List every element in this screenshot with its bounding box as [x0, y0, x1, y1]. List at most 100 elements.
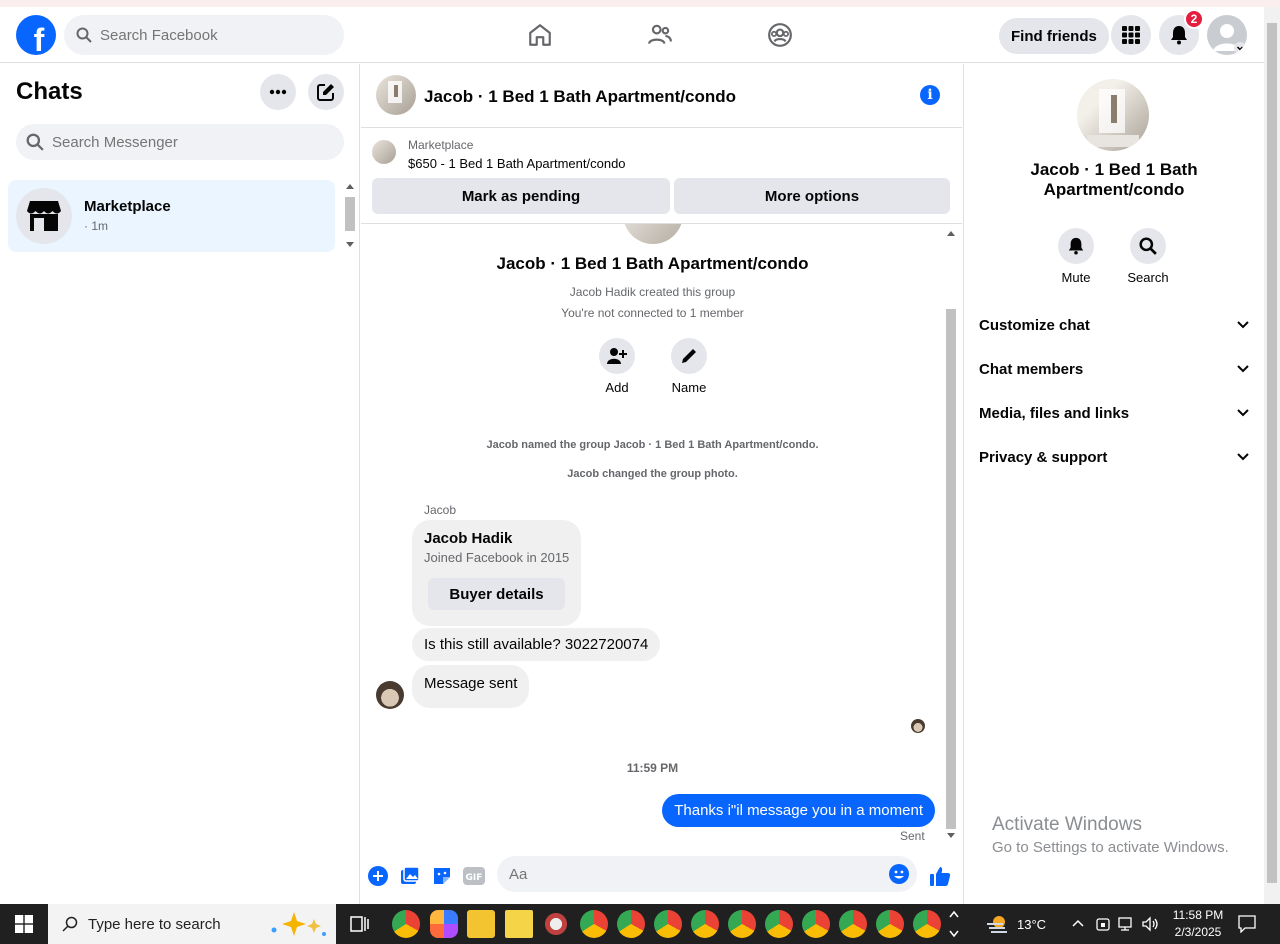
buyer-name[interactable]: Jacob Hadik — [424, 530, 512, 547]
chrome-app-icon[interactable] — [913, 910, 941, 938]
chrome-app-icon[interactable] — [839, 910, 867, 938]
messenger-search-box[interactable] — [16, 124, 344, 160]
chats-panel: Chats Marketplace · 1m — [0, 64, 360, 904]
sticker-button[interactable] — [431, 865, 453, 887]
taskbar-search-placeholder: Type here to search — [88, 915, 221, 933]
chrome-app-icon[interactable] — [580, 910, 608, 938]
chevron-up-icon[interactable] — [1072, 918, 1084, 928]
name-group-action[interactable]: Name — [659, 338, 719, 395]
sent-status: Sent — [900, 829, 925, 843]
chrome-app-icon[interactable] — [728, 910, 756, 938]
chrome-app-icon[interactable] — [765, 910, 793, 938]
top-nav: f Find friends 2 — [0, 7, 1264, 63]
tab-friends[interactable] — [600, 7, 720, 63]
volume-icon[interactable] — [1142, 916, 1160, 932]
messenger-search-input[interactable] — [52, 133, 272, 151]
conversation-details-panel: Jacob · 1 Bed 1 Bath Apartment/condo Mut… — [963, 64, 1264, 904]
page-scrollbar[interactable] — [1264, 7, 1280, 904]
search-label: Search — [1127, 270, 1169, 285]
group-created-note: Jacob Hadik created this group — [569, 285, 736, 299]
facebook-search-box[interactable] — [64, 15, 344, 55]
chrome-app-icon[interactable] — [691, 910, 719, 938]
chrome-app-icon[interactable] — [617, 910, 645, 938]
message-composer: GIF — [361, 844, 962, 904]
more-options-button[interactable]: More options — [674, 178, 950, 214]
message-bubble-incoming[interactable]: Message sent — [412, 665, 530, 708]
marketplace-listing-bar: Marketplace $650 - 1 Bed 1 Bath Apartmen… — [361, 128, 962, 224]
network-icon[interactable] — [1118, 916, 1136, 932]
listing-price-title[interactable]: $650 - 1 Bed 1 Bath Apartment/condo — [408, 156, 626, 171]
chrome-app-icon[interactable] — [802, 910, 830, 938]
listing-thumbnail[interactable] — [372, 140, 396, 164]
find-friends-button[interactable]: Find friends — [999, 18, 1109, 54]
buyer-card: Jacob Hadik Joined Facebook in 2015 Buye… — [412, 520, 581, 626]
file-explorer-icon[interactable] — [467, 910, 495, 938]
taskbar-overflow-arrows[interactable] — [948, 908, 960, 940]
tab-groups[interactable] — [720, 7, 840, 63]
chrome-app-icon[interactable] — [654, 910, 682, 938]
listing-label: Marketplace — [408, 138, 474, 152]
message-input[interactable] — [509, 865, 869, 883]
message-scrollbar[interactable] — [944, 227, 958, 843]
more-actions-button[interactable] — [367, 865, 389, 887]
chrome-app-icon[interactable] — [876, 910, 904, 938]
copilot-app-icon[interactable] — [430, 910, 458, 938]
facebook-logo[interactable]: f — [16, 15, 56, 55]
tab-home[interactable] — [480, 7, 600, 63]
sender-avatar[interactable] — [376, 681, 404, 709]
sticky-notes-icon[interactable] — [505, 910, 533, 938]
emoji-icon[interactable] — [889, 864, 909, 884]
message-input-box[interactable] — [497, 856, 917, 892]
bell-icon — [1068, 237, 1084, 255]
facebook-search-input[interactable] — [100, 26, 320, 44]
section-customize-chat[interactable]: Customize chat — [979, 307, 1249, 343]
gif-button[interactable]: GIF — [463, 865, 485, 887]
taskbar-clock[interactable]: 11:58 PM 2/3/2025 — [1168, 907, 1228, 941]
chrome-app-icon[interactable] — [392, 910, 420, 938]
buyer-details-button[interactable]: Buyer details — [428, 578, 565, 610]
menu-button[interactable] — [1111, 15, 1151, 55]
like-button[interactable] — [928, 865, 952, 887]
start-button[interactable] — [0, 904, 48, 944]
clock-time: 11:58 PM — [1172, 908, 1224, 922]
chats-options-button[interactable] — [260, 74, 296, 110]
not-connected-note: You're not connected to 1 member — [561, 306, 744, 320]
thumbs-up-icon — [930, 867, 951, 886]
sticker-icon — [434, 868, 450, 884]
new-message-button[interactable] — [308, 74, 344, 110]
meet-now-icon[interactable] — [1095, 916, 1111, 932]
notification-center-icon[interactable] — [1238, 915, 1256, 933]
notification-badge: 2 — [1184, 9, 1204, 29]
add-member-action[interactable]: Add — [587, 338, 647, 395]
message-bubble-outgoing[interactable]: Thanks i"il message you in a moment — [662, 794, 935, 827]
section-chat-members[interactable]: Chat members — [979, 351, 1249, 387]
event-group-named: Jacob named the group Jacob · 1 Bed 1 Ba… — [486, 439, 819, 451]
mark-as-pending-button[interactable]: Mark as pending — [372, 178, 670, 214]
event-photo-changed: Jacob changed the group photo. — [567, 468, 738, 480]
group-avatar[interactable] — [376, 75, 416, 115]
chat-list-scrollbar[interactable] — [343, 180, 357, 252]
paint-app-icon[interactable] — [542, 910, 570, 938]
section-privacy-support[interactable]: Privacy & support — [979, 439, 1249, 475]
search-in-chat-action[interactable]: Search — [1118, 228, 1178, 285]
group-avatar-large[interactable] — [1077, 79, 1149, 151]
name-group-label: Name — [671, 380, 707, 395]
conversation-title[interactable]: Jacob · 1 Bed 1 Bath Apartment/condo — [424, 87, 736, 107]
info-icon[interactable]: i — [920, 85, 940, 105]
timestamp-separator: 11:59 PM — [626, 761, 679, 775]
plus-circle-icon — [368, 866, 388, 886]
taskbar-search-box[interactable]: Type here to search — [48, 904, 336, 944]
seen-by-avatar — [911, 719, 925, 733]
attach-photo-button[interactable] — [399, 865, 421, 887]
message-list: Jacob · 1 Bed 1 Bath Apartment/condo Jac… — [361, 224, 962, 844]
chevron-down-icon — [1237, 365, 1249, 373]
account-avatar[interactable] — [1207, 15, 1247, 55]
section-media-files-links[interactable]: Media, files and links — [979, 395, 1249, 431]
message-bubble-incoming[interactable]: Is this still available? 3022720074 — [412, 628, 661, 661]
temperature: 13°C — [1017, 916, 1047, 932]
task-view-icon[interactable] — [350, 914, 370, 934]
mute-action[interactable]: Mute — [1046, 228, 1106, 285]
gif-icon: GIF — [463, 867, 485, 885]
weather-widget[interactable]: 13°C — [985, 904, 1046, 944]
chat-item-marketplace[interactable]: Marketplace · 1m — [8, 180, 335, 252]
